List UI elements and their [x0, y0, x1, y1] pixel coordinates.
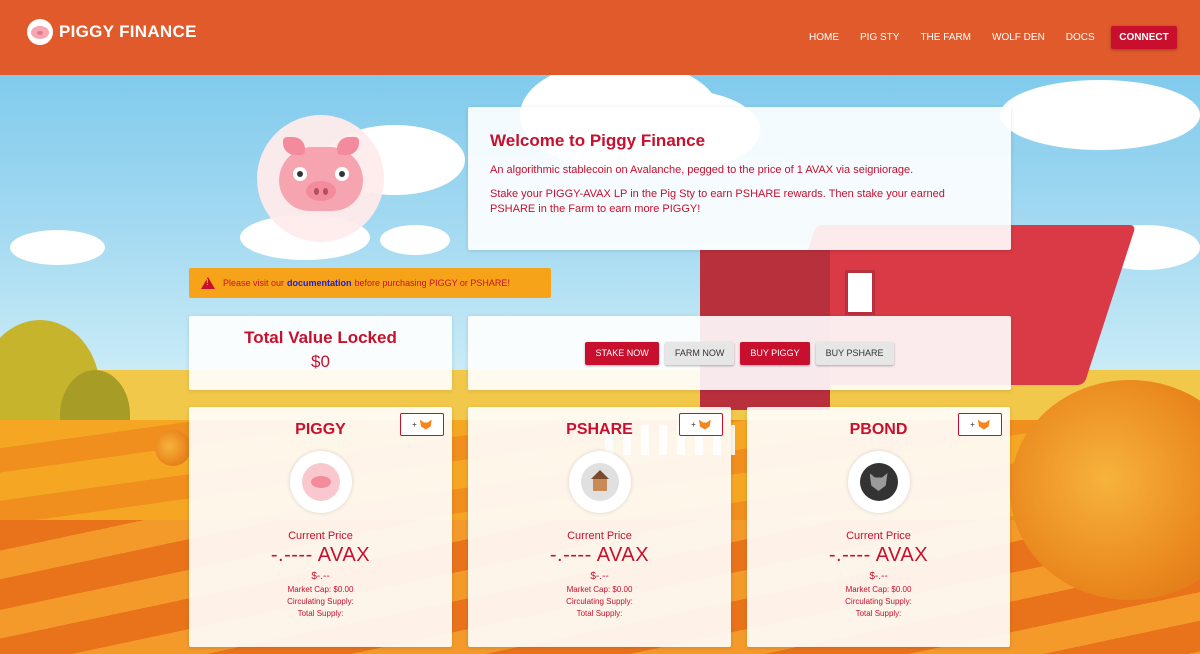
main-nav: HOME PIG STY THE FARM WOLF DEN DOCS: [809, 32, 1116, 43]
wolf-icon: [847, 451, 910, 513]
welcome-description: An algorithmic stablecoin on Avalanche, …: [490, 164, 914, 176]
token-usd-price: $-.--: [590, 571, 609, 582]
brand-logo[interactable]: PIGGY FINANCE: [27, 19, 197, 45]
current-price-label: Current Price: [846, 530, 911, 542]
tvl-card: Total Value Locked $0: [189, 316, 452, 390]
welcome-instructions: Stake your PIGGY-AVAX LP in the Pig Sty …: [490, 188, 945, 215]
market-cap: Market Cap: $0.00: [287, 585, 354, 594]
metamask-fox-icon: [977, 419, 990, 430]
nav-pig-sty[interactable]: PIG STY: [860, 32, 899, 43]
token-usd-price: $-.--: [311, 571, 330, 582]
circulating-supply: Circulating Supply:: [566, 597, 633, 606]
actions-card: STAKE NOW FARM NOW BUY PIGGY BUY PSHARE: [468, 316, 1011, 390]
total-supply: Total Supply:: [855, 609, 902, 618]
add-label: +: [970, 420, 975, 429]
add-label: +: [412, 420, 417, 429]
welcome-title: Welcome to Piggy Finance: [490, 131, 706, 150]
farm-now-button[interactable]: FARM NOW: [664, 341, 735, 365]
circulating-supply: Circulating Supply:: [287, 597, 354, 606]
token-price: -.---- AVAX: [549, 544, 650, 566]
market-cap: Market Cap: $0.00: [845, 585, 912, 594]
pig-icon: [289, 451, 352, 513]
token-price: -.---- AVAX: [828, 544, 929, 566]
current-price-label: Current Price: [567, 530, 632, 542]
token-card-pbond: + PBOND Current Price -.---- AVAX $-.-- …: [747, 407, 1010, 647]
tvl-value: $0: [311, 352, 330, 371]
documentation-warning: Please visit our documentation before pu…: [189, 268, 551, 298]
brand-name: PIGGY FINANCE: [59, 22, 197, 41]
market-cap: Market Cap: $0.00: [566, 585, 633, 594]
buy-pshare-button[interactable]: BUY PSHARE: [815, 341, 894, 365]
add-label: +: [691, 420, 696, 429]
pig-mascot-icon: [257, 115, 384, 242]
welcome-card: Welcome to Piggy Finance An algorithmic …: [468, 107, 1011, 250]
house-icon: [568, 451, 631, 513]
metamask-fox-icon: [698, 419, 711, 430]
nav-the-farm[interactable]: THE FARM: [920, 32, 971, 43]
top-navbar: PIGGY FINANCE HOME PIG STY THE FARM WOLF…: [0, 0, 1200, 75]
stake-now-button[interactable]: STAKE NOW: [585, 341, 659, 365]
add-pshare-to-metamask-button[interactable]: +: [679, 413, 723, 436]
metamask-fox-icon: [419, 419, 432, 430]
warning-icon: [201, 277, 215, 289]
token-card-pshare: + PSHARE Current Price -.---- AVAX $-.--…: [468, 407, 731, 647]
warning-suffix: before purchasing PIGGY or PSHARE!: [354, 278, 510, 288]
pig-logo-icon: [27, 19, 53, 45]
total-supply: Total Supply:: [576, 609, 623, 618]
add-pbond-to-metamask-button[interactable]: +: [958, 413, 1002, 436]
tvl-title: Total Value Locked: [244, 328, 397, 347]
documentation-link[interactable]: documentation: [287, 278, 352, 288]
warning-prefix: Please visit our: [223, 278, 285, 288]
circulating-supply: Circulating Supply:: [845, 597, 912, 606]
nav-home[interactable]: HOME: [809, 32, 839, 43]
nav-docs[interactable]: DOCS: [1066, 32, 1095, 43]
nav-wolf-den[interactable]: WOLF DEN: [992, 32, 1045, 43]
token-usd-price: $-.--: [869, 571, 888, 582]
token-price: -.---- AVAX: [270, 544, 371, 566]
token-card-piggy: + PIGGY Current Price -.---- AVAX $-.-- …: [189, 407, 452, 647]
buy-piggy-button[interactable]: BUY PIGGY: [740, 341, 810, 365]
connect-wallet-button[interactable]: CONNECT: [1111, 26, 1177, 49]
total-supply: Total Supply:: [297, 609, 344, 618]
current-price-label: Current Price: [288, 530, 353, 542]
add-piggy-to-metamask-button[interactable]: +: [400, 413, 444, 436]
